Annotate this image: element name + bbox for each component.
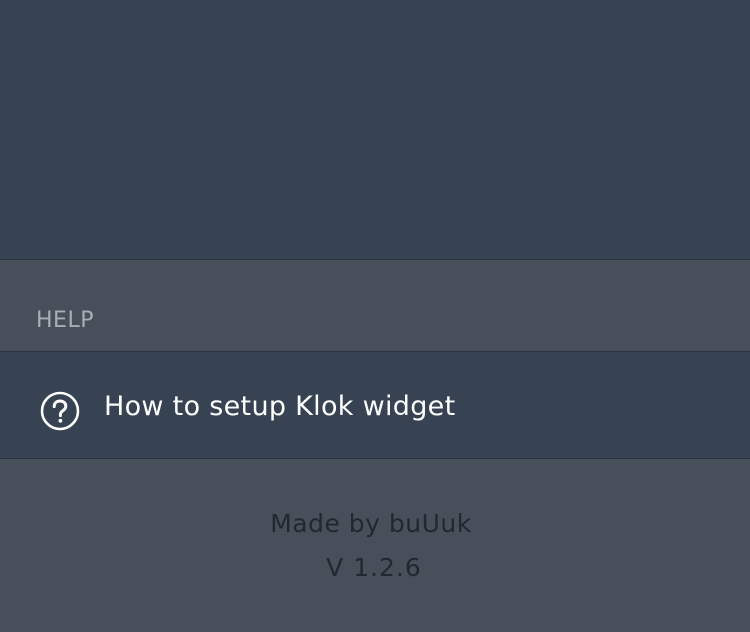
footer: Made by buUuk V 1.2.6	[0, 459, 750, 632]
version-text: V 1.2.6	[326, 553, 422, 582]
help-circle-icon	[40, 391, 80, 431]
help-section-header: HELP	[0, 259, 750, 352]
settings-screen: HELP How to setup Klok widget Made by bu…	[0, 0, 750, 632]
made-by-text: Made by buUuk	[270, 509, 472, 538]
help-item-label: How to setup Klok widget	[104, 391, 456, 422]
top-empty-area	[0, 0, 750, 259]
help-item-setup-widget[interactable]: How to setup Klok widget	[0, 352, 750, 459]
section-header-label: HELP	[36, 308, 94, 333]
